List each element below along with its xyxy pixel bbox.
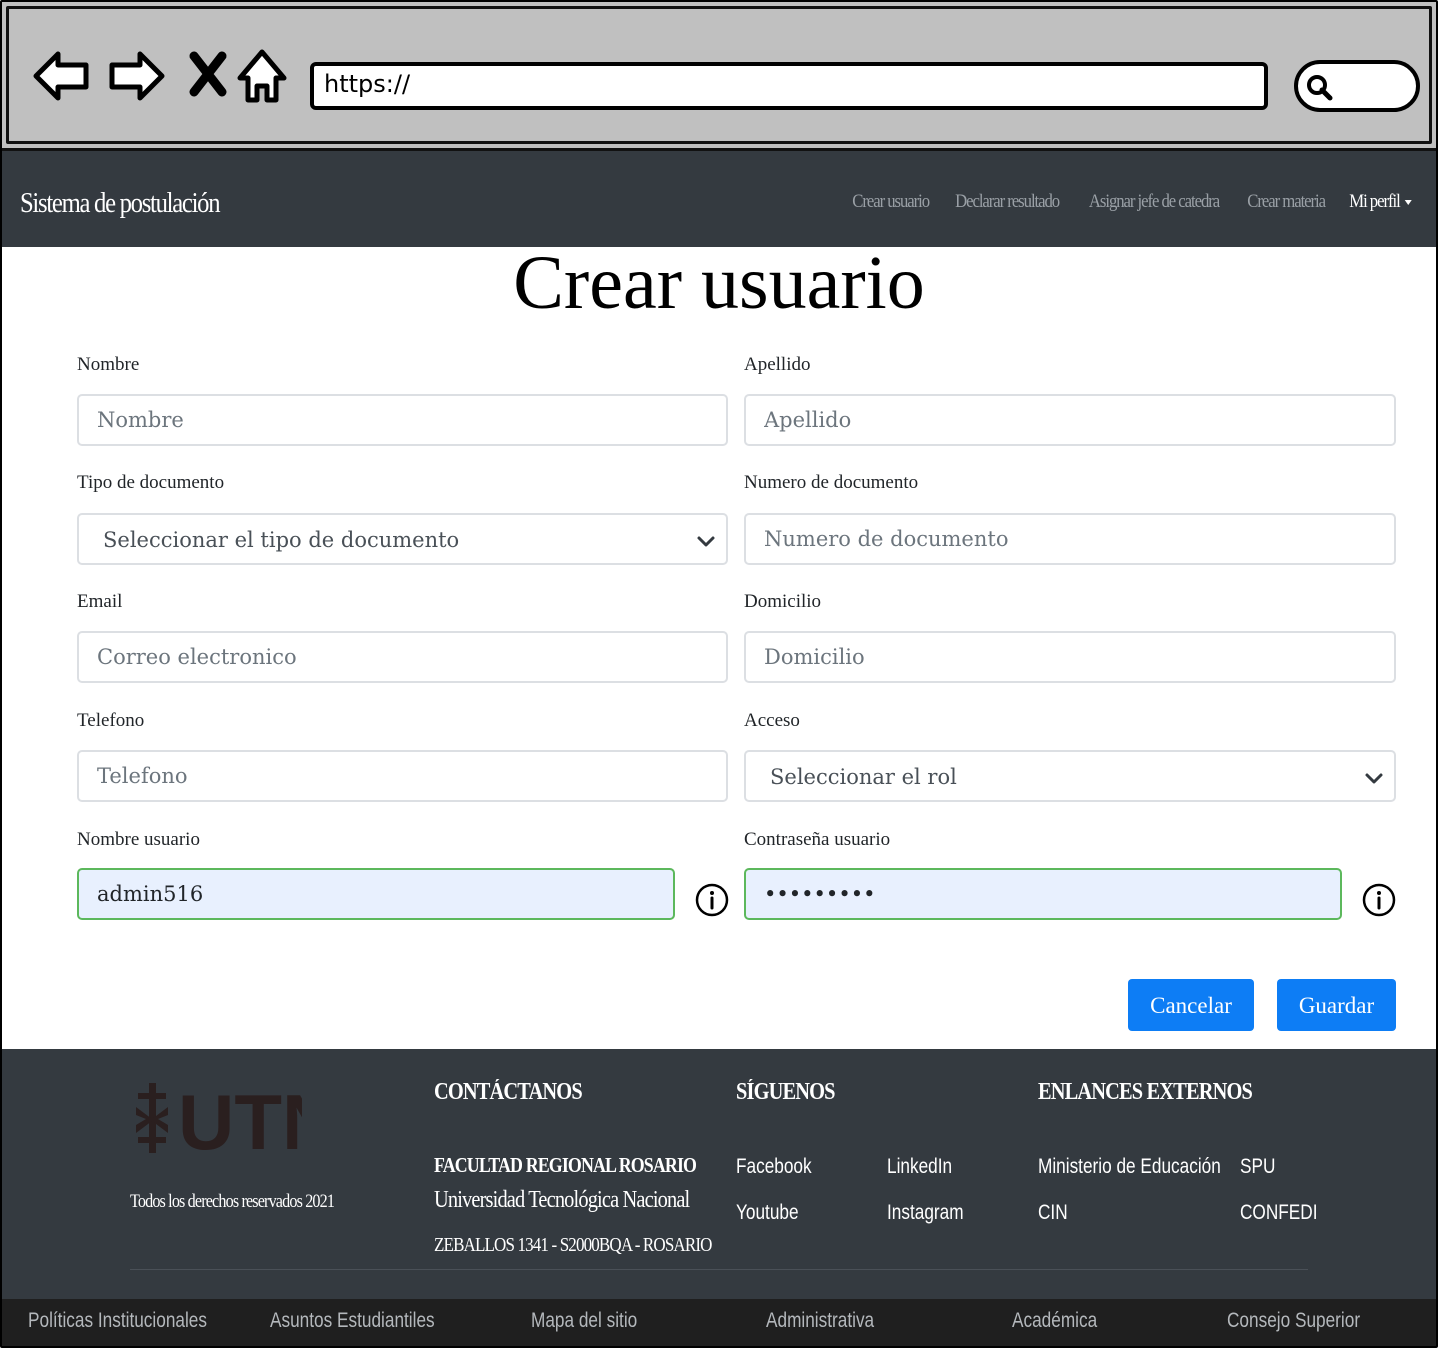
apellido-field[interactable]: [744, 394, 1396, 446]
profile-label: Mi perfil: [1348, 191, 1400, 212]
contact-university: Universidad Tecnológica Nacional: [434, 1187, 690, 1213]
contact-faculty: FACULTAD REGIONAL ROSARIO: [434, 1153, 697, 1177]
nav-declarar-resultado[interactable]: Declarar resultado: [955, 191, 1060, 213]
academica-link[interactable]: Académica: [1012, 1309, 1097, 1333]
administrativa-link[interactable]: Administrativa: [766, 1309, 874, 1333]
email-label: Email: [77, 591, 123, 612]
linkedin-link[interactable]: LinkedIn: [887, 1155, 952, 1179]
domicilio-input[interactable]: [746, 633, 1394, 681]
bottom-link-bar: Políticas Institucionales Asuntos Estudi…: [2, 1299, 1436, 1346]
close-icon[interactable]: [182, 46, 242, 106]
consejo-link[interactable]: Consejo Superior: [1227, 1309, 1360, 1333]
spu-link[interactable]: SPU: [1240, 1155, 1275, 1179]
contact-address: ZEBALLOS 1341 - S2000BQA - ROSARIO: [434, 1234, 712, 1256]
follow-heading: SÍGUENOS: [736, 1079, 835, 1105]
save-label: Guardar: [1298, 993, 1375, 1018]
youtube-link[interactable]: Youtube: [736, 1201, 799, 1225]
top-navbar: Sistema de postulación Crear usuario Dec…: [2, 151, 1436, 247]
telefono-field[interactable]: [77, 750, 728, 802]
acceso-select[interactable]: Seleccionar el rol: [744, 750, 1396, 802]
cancel-button[interactable]: Cancelar: [1128, 979, 1254, 1031]
utn-logo: UTN: [136, 1079, 302, 1159]
nav-crear-materia[interactable]: Crear materia: [1248, 191, 1327, 213]
chevron-down-icon: [1365, 773, 1383, 784]
domicilio-field[interactable]: [744, 631, 1396, 683]
rights-text: Todos los derechos reservados 2021: [130, 1191, 335, 1212]
numero-documento-input[interactable]: [746, 515, 1394, 563]
confedi-link[interactable]: CONFEDI: [1240, 1201, 1317, 1225]
email-input[interactable]: [79, 633, 726, 681]
instagram-link[interactable]: Instagram: [887, 1201, 964, 1225]
acceso-selected: Seleccionar el rol: [770, 765, 957, 789]
nav-asignar-jefe[interactable]: Asignar jefe de catedra: [1089, 191, 1220, 213]
numero-documento-field[interactable]: [744, 513, 1396, 565]
info-icon[interactable]: [1362, 883, 1396, 917]
email-field[interactable]: [77, 631, 728, 683]
nombre-label: Nombre: [77, 354, 140, 375]
utn-logo-text: UTN: [178, 1079, 302, 1159]
nav-mi-perfil[interactable]: Mi perfil: [1349, 191, 1412, 213]
footer-divider: [130, 1269, 1308, 1270]
contrasena-field[interactable]: [744, 868, 1342, 920]
domicilio-label: Domicilio: [744, 591, 822, 612]
address-bar[interactable]: https://: [310, 62, 1268, 110]
url-text: https://: [324, 70, 411, 98]
brand-title[interactable]: Sistema de postulación: [20, 187, 221, 220]
nombre-usuario-label: Nombre usuario: [77, 829, 200, 850]
external-heading: ENLANCES EXTERNOS: [1038, 1079, 1253, 1105]
search-icon: [1307, 75, 1333, 101]
acceso-label: Acceso: [744, 710, 800, 731]
contrasena-input[interactable]: [746, 870, 1340, 918]
cancel-label: Cancelar: [1150, 993, 1232, 1018]
apellido-input[interactable]: [746, 396, 1394, 444]
facebook-link[interactable]: Facebook: [736, 1155, 812, 1179]
contact-heading: CONTÁCTANOS: [434, 1079, 583, 1105]
browser-search[interactable]: [1294, 60, 1420, 112]
footer: UTN Todos los derechos reservados 2021 C…: [2, 1049, 1436, 1299]
ministerio-link[interactable]: Ministerio de Educación: [1038, 1155, 1221, 1179]
browser-chrome: https://: [2, 2, 1436, 151]
save-button[interactable]: Guardar: [1277, 979, 1396, 1031]
page-title: Crear usuario: [513, 241, 925, 325]
page-frame: https:// Sistema de postulación Crear us…: [0, 0, 1438, 1348]
forward-arrow-icon[interactable]: [106, 46, 166, 106]
back-arrow-icon[interactable]: [32, 46, 92, 106]
home-icon[interactable]: [234, 46, 294, 106]
asuntos-link[interactable]: Asuntos Estudiantiles: [270, 1309, 435, 1333]
mapa-link[interactable]: Mapa del sitio: [531, 1309, 637, 1333]
nav-links: Crear usuario Declarar resultado Asignar…: [847, 191, 1416, 213]
nombre-usuario-field[interactable]: [77, 868, 675, 920]
numero-documento-label: Numero de documento: [744, 472, 919, 493]
info-icon[interactable]: [695, 883, 729, 917]
nombre-usuario-input[interactable]: [79, 870, 673, 918]
tipo-documento-select[interactable]: Seleccionar el tipo de documento: [77, 513, 728, 565]
apellido-label: Apellido: [744, 354, 811, 375]
cin-link[interactable]: CIN: [1038, 1201, 1068, 1225]
contrasena-label: Contraseña usuario: [744, 829, 891, 850]
nav-crear-usuario[interactable]: Crear usuario: [852, 191, 930, 213]
telefono-input[interactable]: [79, 752, 726, 800]
caret-down-icon: [1404, 200, 1412, 206]
politicas-link[interactable]: Políticas Institucionales: [28, 1309, 207, 1333]
tipo-documento-selected: Seleccionar el tipo de documento: [103, 528, 460, 552]
telefono-label: Telefono: [77, 710, 145, 731]
nombre-field[interactable]: [77, 394, 728, 446]
chevron-down-icon: [697, 536, 715, 547]
nombre-input[interactable]: [79, 396, 726, 444]
tipo-documento-label: Tipo de documento: [77, 472, 225, 493]
